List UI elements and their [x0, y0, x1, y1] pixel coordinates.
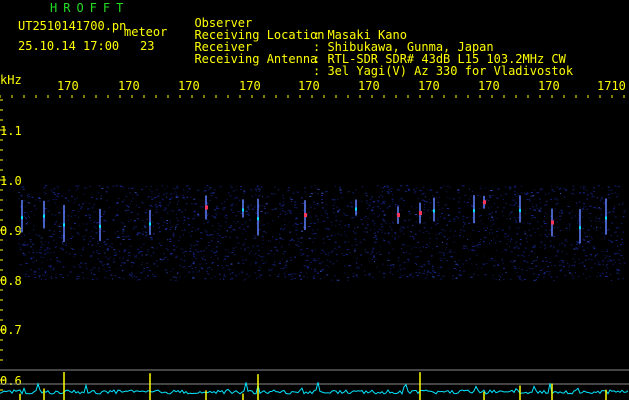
antenna-row: Receiving Antenna : 3el Yagi(V) Az 330 f… [180, 41, 573, 77]
x-tick: 170 [418, 80, 440, 92]
meteor-echo-core [473, 209, 475, 213]
meteor-echo-core [355, 207, 357, 211]
meteor-echo-core [21, 216, 23, 220]
meteor-echo-core [433, 209, 435, 213]
datetime: 25.10.14 17:00 [18, 39, 120, 53]
x-tick: 170 [239, 80, 261, 92]
meteor-echo-core [519, 209, 521, 213]
meteor-echo-core [483, 200, 486, 205]
x-tick: 170 [538, 80, 560, 92]
meteor-echo-core [242, 208, 244, 212]
count: 23 [140, 39, 155, 53]
meteor-echo-core [579, 226, 581, 230]
meteor-echo-core [304, 213, 307, 218]
spectrogram [0, 95, 629, 400]
meteor-echo-core [149, 222, 151, 226]
x-tick: 1710 [597, 80, 626, 92]
filename: UT2510141700.pn [18, 19, 127, 33]
meteor-echo-core [397, 213, 400, 218]
antenna-value: : 3el Yagi(V) Az 330 for Vladivostok [313, 64, 574, 78]
meteor-echo-core [605, 216, 607, 220]
antenna-label: Receiving Antenna [194, 52, 318, 66]
x-tick: 170 [358, 80, 380, 92]
program-title: HROFFT [50, 1, 130, 15]
x-tick: 170 [118, 80, 140, 92]
meteor-echo-core [43, 214, 45, 218]
filename-suffix: meteor [124, 25, 168, 39]
x-tick: 170 [178, 80, 200, 92]
x-tick: 170 [298, 80, 320, 92]
meteor-echo-core [205, 205, 208, 210]
x-tick: 170 [478, 80, 500, 92]
meteor-echo-core [257, 217, 259, 221]
meteor-echo-core [551, 220, 554, 225]
meteor-echo-core [99, 224, 101, 228]
x-tick: 170 [57, 80, 79, 92]
meteor-echo-core [63, 223, 65, 227]
unit-label: kHz [0, 73, 22, 87]
noise-band [18, 185, 626, 281]
meteor-echo-core [419, 211, 422, 216]
